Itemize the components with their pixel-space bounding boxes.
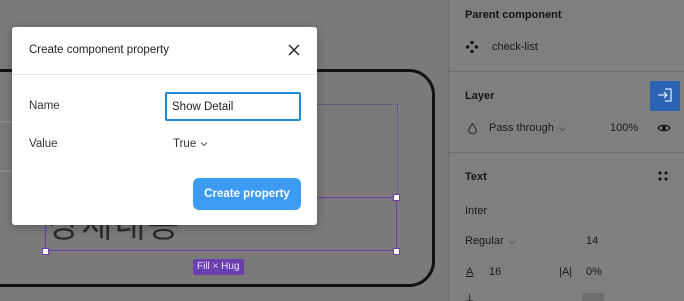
text-styles-grid-icon[interactable] — [657, 170, 669, 182]
name-label: Name — [29, 100, 60, 112]
opacity-value[interactable]: 100% — [610, 122, 638, 134]
value-selected: True — [173, 138, 197, 150]
font-weight-select[interactable]: Regular ⌵ — [465, 235, 515, 247]
resize-handle[interactable] — [42, 248, 49, 255]
create-property-button[interactable]: Create property — [193, 178, 301, 210]
line-height-input[interactable]: 16 — [489, 266, 501, 278]
font-family-select[interactable]: Inter — [465, 205, 487, 217]
divider — [449, 71, 684, 72]
text-align-toggle[interactable] — [582, 293, 604, 301]
layer-title: Layer — [465, 90, 495, 102]
go-to-main-component-button[interactable] — [650, 81, 680, 111]
chevron-down-icon — [200, 138, 208, 150]
parent-component-title: Parent component — [465, 9, 562, 21]
chevron-down-icon: ⌵ — [558, 123, 566, 133]
chevron-down-icon: ⌵ — [508, 236, 516, 246]
create-property-dialog: Create component property Name Value Tru… — [12, 27, 317, 225]
blend-mode-value: Pass through — [489, 122, 554, 134]
component-icon — [465, 40, 479, 54]
letter-spacing-icon: |A| — [559, 266, 573, 278]
dialog-title: Create component property — [29, 44, 169, 56]
resize-handle[interactable] — [393, 248, 400, 255]
close-icon[interactable] — [285, 41, 303, 59]
line-height-icon: A — [466, 266, 474, 278]
font-size-input[interactable]: 14 — [586, 235, 598, 247]
value-select[interactable]: True — [173, 138, 208, 150]
sizing-badge: Fill × Hug — [193, 259, 244, 275]
property-name-input[interactable] — [165, 92, 301, 121]
resize-handle[interactable] — [393, 194, 400, 201]
eye-icon[interactable] — [656, 122, 672, 134]
divider — [449, 152, 684, 153]
value-label: Value — [29, 138, 58, 150]
parent-bounds-guide — [316, 104, 398, 198]
letter-spacing-input[interactable]: 0% — [586, 266, 602, 278]
blend-mode-select[interactable]: Pass through ⌵ — [489, 122, 566, 134]
arrow-into-icon — [657, 87, 673, 106]
dialog-header: Create component property — [12, 27, 317, 75]
font-weight-value: Regular — [465, 235, 504, 247]
paragraph-spacing-icon: ⟂ — [466, 292, 474, 301]
text-section-title: Text — [465, 171, 487, 183]
drop-icon — [467, 122, 477, 134]
properties-panel: Parent component check-list Layer Pass t… — [448, 0, 684, 301]
parent-component-name[interactable]: check-list — [492, 41, 538, 53]
